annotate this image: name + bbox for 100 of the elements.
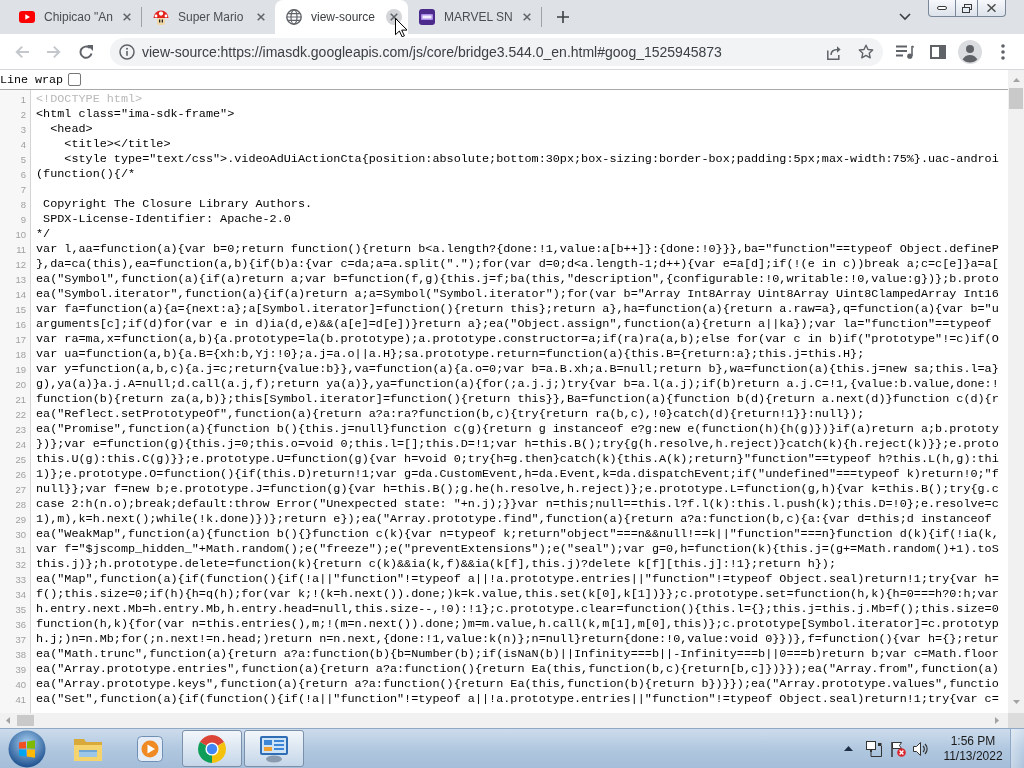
code-line: ea("WeakMap",function(a){function b(){}function c(k){var n=typeof k;return"object"===n&&null!==k||"function"===n}function d(k){if(!ia(k, [36, 527, 999, 541]
taskbar-button[interactable] [244, 730, 304, 767]
line-number: 5 [20, 154, 26, 165]
code-line: 1),m),k=h.next();while(!k.done)})};return e});ea("Array.prototype.find",function(a){return a?a:function(b,c){a:{var d=this;d instanceof [36, 512, 992, 526]
line-number: 14 [15, 289, 26, 300]
close-icon [987, 4, 996, 12]
line-wrap-label[interactable]: Line wrap [0, 72, 64, 87]
code-line: },da=ca(this),ea=function(a,b){if(b)a:{var c=da;a=a.split(".");for(var d=0;d<a.length-1;d++){var e=a[d];if(!(e in c))break a;c=c[e]}a=a[ [36, 257, 999, 271]
close-icon [523, 13, 531, 21]
line-number: 32 [15, 559, 26, 570]
code-line: <style type="text/css">.videoAdUiActionCta{position:absolute;bottom:30px;box-sizing:border-box;padding:5px;max-width:75%}.uac-androi [63, 152, 999, 166]
plus-icon[interactable] [557, 11, 569, 23]
start-orb-icon[interactable] [8, 729, 46, 768]
window-close-button[interactable] [978, 0, 1006, 17]
reload-icon[interactable] [78, 43, 94, 60]
line-number: 22 [15, 409, 26, 420]
code-line: ea("Promise",function(a){function b(){this.j=null}function c(g){return g instanceof e?g:new e(function(h){h(g)})}if(a)return a;b.prototy [36, 422, 999, 436]
line-number: 26 [15, 469, 26, 480]
clock-date[interactable]: 11/13/2022 [943, 748, 1003, 764]
code-line: h.entry.next.Mb=h.entry.Mb,h.entry.head=null,this.size--,!0):!1};c.prototype.clear=function(){this.l={};this.j=this.j.Mb=f();this.size=0 [36, 602, 999, 616]
line-number: 24 [15, 439, 26, 450]
line-number: 34 [15, 589, 26, 600]
close-icon [390, 13, 398, 21]
side-panel-icon[interactable] [930, 44, 946, 59]
info-icon[interactable] [119, 43, 135, 60]
code-line: var fa=function(a){a={next:a};a[Symbol.iterator]=function(){return this};return a},ha=function(a){return a.raw=a},q=function(a){var b="u [36, 302, 999, 316]
speaker-icon[interactable] [913, 741, 929, 756]
code-line: ea("Map",function(a){if(function(){if(!a||"function"!=typeof a||!a.prototype.entries||"function"!=typeof Object.seal)return!1;try{var h= [36, 572, 999, 586]
star-icon[interactable] [858, 43, 874, 60]
line-number: 41 [15, 694, 26, 705]
address-field[interactable]: view-source:https://imasdk.googleapis.com/js/core/bridge3.544.0_en.html#goog_1525945873 [110, 37, 883, 66]
line-number: 16 [15, 319, 26, 330]
close-icon [257, 13, 265, 21]
chevron-down-icon[interactable] [899, 13, 911, 21]
code-line: null}};var f=new b;e.prototype.J=function(g){var h=this.B();g.he(h.resolve,h.reject)};e.prototype.L=function(g,h){var k=this.B();try{g.c [36, 482, 999, 496]
line-number: 13 [15, 274, 26, 285]
close-icon [123, 13, 131, 21]
profile-avatar-icon[interactable] [958, 39, 982, 64]
line-number: 11 [16, 244, 26, 255]
code-line: var ra=ma,x=function(a,b){a.prototype=la(b.prototype);a.prototype.constructor=a;if(ra)ra(a,b);else for(var c in b)if("prototype"!=c)if(O [36, 332, 999, 346]
browser-tab[interactable]: Chipicao "An [8, 0, 141, 34]
flag-icon[interactable] [890, 740, 906, 757]
code-line: arguments[c];if(d)for(var e in d)ia(d,e)&&(a[e]=d[e])}return a};ea("Object.assign",function(a){return a||ka});var la="function"==typeof [36, 317, 992, 331]
more-menu-icon[interactable] [1001, 43, 1005, 60]
line-number: 2 [20, 109, 26, 120]
media-player-icon [137, 735, 163, 762]
globe-icon [286, 9, 302, 25]
code-line: ea("Symbol.iterator",function(a){if(a)return a;a=Symbol("Symbol.iterator");for(var b="Array Int8Array Uint8Array Uint8ClampedArray Int16 [36, 287, 999, 301]
browser-tab[interactable]: MARVEL SN [408, 0, 541, 34]
line-number: 18 [15, 349, 26, 360]
browser-logo-icon [198, 734, 226, 763]
clock-time[interactable]: 1:56 PM [950, 733, 996, 749]
caret-up-icon[interactable] [844, 746, 853, 751]
code-line: SPDX-License-Identifier: Apache-2.0 [42, 212, 291, 226]
horizontal-scrollbar[interactable] [0, 713, 1008, 728]
line-wrap-checkbox[interactable] [68, 73, 82, 86]
line-number: 28 [15, 499, 26, 510]
tab-close-button[interactable] [386, 9, 402, 25]
line-number: 21 [15, 394, 26, 405]
control-panel-icon [259, 734, 289, 763]
code-line: function(b){return za(a,b)};this[Symbol.iterator]=function(){return this}},Ba=function(a){function b(d){return a.next(d)}function c(d){r [36, 392, 999, 406]
mushroom-icon [153, 9, 169, 25]
media-controls-icon[interactable] [896, 44, 914, 59]
code-line: ea("Set",function(a){if(function(){if(!a||"function"!=typeof a||!a.prototype.entries||"function"!=typeof Object.seal)return!1;try{var c= [36, 692, 999, 706]
line-number: 39 [15, 664, 26, 675]
taskbar-button[interactable] [182, 730, 242, 767]
network-icon[interactable] [866, 740, 882, 757]
scrollbar-thumb[interactable] [17, 715, 34, 726]
code-line: <title></title> [63, 137, 171, 151]
browser-tab[interactable]: Super Mario [142, 0, 275, 34]
line-number: 20 [15, 379, 26, 390]
line-number: 17 [15, 334, 26, 345]
line-number: 27 [15, 484, 26, 495]
code-line: ea("Array.prototype.entries",function(a){return a?a:function(){return Ea(this,function(b,c){return[b,c]})}});ea("Array.from",function(a) [36, 662, 999, 676]
code-line: */ [36, 227, 51, 241]
code-line: this.j)};h.prototype.delete=function(k){return c(k)&&ia(k,f)&&ia(k[f],this.j)?delete k[f][this.j]:!1};return h}); [36, 557, 836, 571]
code-line: 1)};e.prototype.O=function(){if(this.D)return!1;var g=da.CustomEvent,h=da.Event,k=da.dispatchEvent;if("undefined"===typeof k)return!0;"f [36, 467, 999, 481]
code-line: var l,aa=function(a){var b=0;return function(){return b<a.length?{done:!1,value:a[b++]}:{done:!0}}},ba="function"==typeof Object.defineP [36, 242, 999, 256]
scrollbar-thumb[interactable] [1009, 88, 1023, 109]
line-number: 1 [20, 94, 26, 105]
video-play-icon [19, 11, 35, 23]
code-line: var ua=function(a,b){a.B={xh:b,Yj:!0};a.j=a.o||a.H};sa.prototype.return=function(a){this.B={return:a};this.j=this.H}; [36, 347, 865, 361]
line-number: 10 [15, 229, 26, 240]
minimize-button[interactable] [928, 0, 956, 17]
code-line: <html class="ima-sdk-frame"> [36, 107, 235, 121]
app-tile-icon [419, 9, 435, 25]
code-line: ea("Reflect.setPrototypeOf",function(a){return a?a:ra?function(b,c){try{return ra(b,c),!0}catch(d){return!1}}:null}); [36, 407, 865, 421]
code-line: g),ya(a)}a.j.A=null;d.call(a.j,f);return ya(a)},ya=function(a){for(;a.j.j;)try{var b=a.l(a.j);if(b)return a.j.C=!1,{value:b.value,done:! [36, 377, 999, 391]
code-line: ea("Math.trunc",function(a){return a?a:function(b){b=Number(b);if(isNaN(b)||Infinity===b||-Infinity===b||0===b)return b;var c=Math.floor [36, 647, 999, 661]
line-number: 29 [15, 514, 26, 525]
restore-button[interactable] [956, 0, 978, 17]
code-line: <head> [49, 122, 93, 136]
line-number: 37 [15, 634, 26, 645]
line-number: 4 [20, 139, 26, 150]
line-number: 31 [15, 544, 26, 555]
browser-tab[interactable]: view-source [275, 0, 408, 34]
vertical-scrollbar[interactable] [1008, 70, 1024, 713]
line-number: 19 [15, 364, 26, 375]
line-number: 12 [15, 259, 26, 270]
code-line: <!DOCTYPE html> [36, 92, 143, 106]
